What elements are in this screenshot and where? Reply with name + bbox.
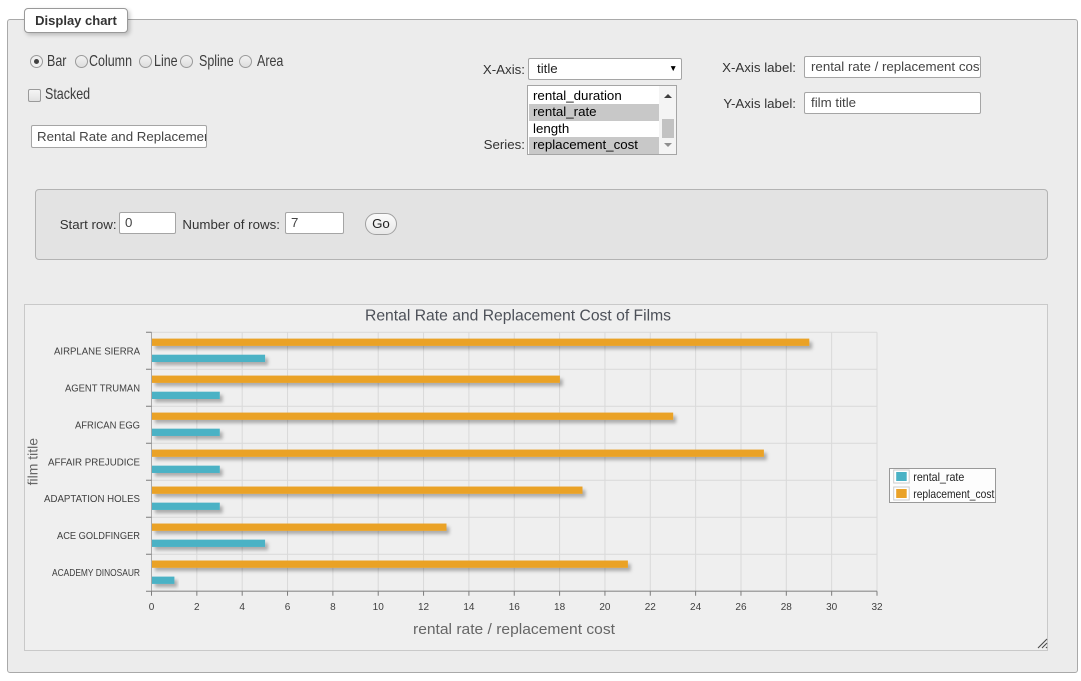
svg-text:AFRICAN EGG: AFRICAN EGG	[75, 420, 140, 431]
svg-text:2: 2	[194, 602, 200, 613]
svg-text:24: 24	[690, 602, 702, 613]
svg-text:26: 26	[735, 602, 747, 613]
svg-text:ACADEMY DINOSAUR: ACADEMY DINOSAUR	[52, 568, 140, 579]
svg-text:rental rate / replacement cost: rental rate / replacement cost	[413, 622, 615, 638]
svg-text:10: 10	[373, 602, 385, 613]
svg-text:18: 18	[554, 602, 566, 613]
svg-text:ACE GOLDFINGER: ACE GOLDFINGER	[57, 531, 140, 542]
svg-text:AGENT TRUMAN: AGENT TRUMAN	[65, 383, 140, 394]
svg-text:AIRPLANE SIERRA: AIRPLANE SIERRA	[54, 346, 140, 357]
svg-text:16: 16	[509, 602, 521, 613]
svg-text:0: 0	[149, 602, 155, 613]
svg-text:Rental Rate and Replacement Co: Rental Rate and Replacement Cost of Film…	[365, 308, 671, 325]
svg-text:30: 30	[826, 602, 838, 613]
svg-text:12: 12	[418, 602, 430, 613]
svg-text:8: 8	[330, 602, 336, 613]
svg-text:replacement_cost: replacement_cost	[913, 487, 995, 501]
svg-text:ADAPTATION HOLES: ADAPTATION HOLES	[44, 494, 140, 505]
svg-text:6: 6	[285, 602, 291, 613]
svg-text:20: 20	[599, 602, 611, 613]
svg-text:28: 28	[781, 602, 793, 613]
svg-text:4: 4	[239, 602, 245, 613]
svg-text:14: 14	[463, 602, 475, 613]
svg-text:32: 32	[871, 602, 883, 613]
svg-text:22: 22	[645, 602, 657, 613]
svg-text:AFFAIR PREJUDICE: AFFAIR PREJUDICE	[48, 457, 140, 468]
svg-text:film title: film title	[25, 438, 40, 486]
svg-text:rental_rate: rental_rate	[913, 470, 964, 484]
